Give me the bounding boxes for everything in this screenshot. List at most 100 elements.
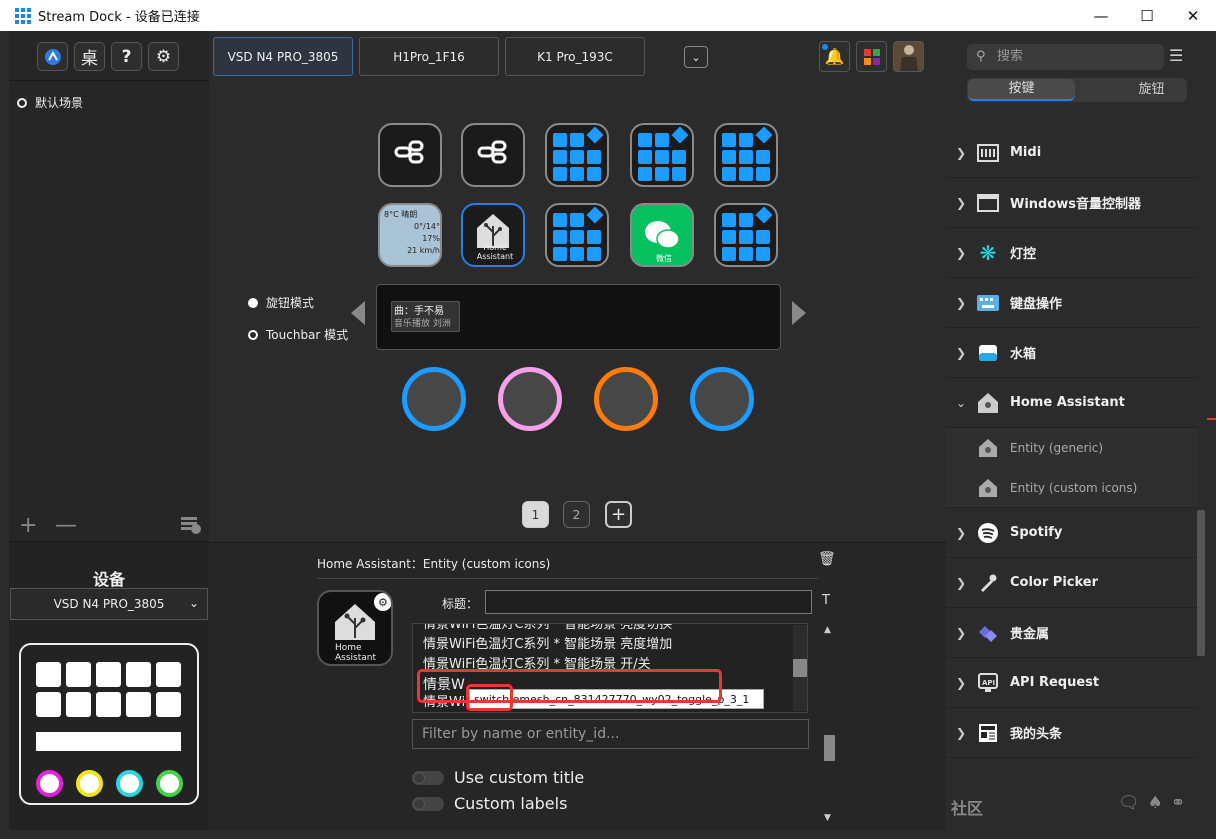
trash-icon[interactable]: 🗑 (818, 551, 836, 567)
wechat-icon[interactable]: ⚭ (1171, 793, 1185, 813)
custom-title-toggle[interactable]: Use custom title (412, 768, 584, 787)
maximize-button[interactable]: ☐ (1124, 0, 1170, 31)
plugin-market-button[interactable] (856, 41, 887, 72)
key-5[interactable] (714, 123, 778, 187)
toggle-switch[interactable] (412, 770, 444, 785)
plugin-keyboard[interactable]: ❯ 键盘操作 (946, 278, 1197, 328)
list-view-icon[interactable]: ☰ (1169, 46, 1183, 65)
user-avatar[interactable] (893, 41, 924, 72)
knob-mode-radio[interactable]: 旋钮模式 (248, 294, 314, 311)
scene-manage-icon[interactable] (180, 515, 202, 535)
plugin-precious-metals[interactable]: ❯ 贵金属 (946, 608, 1197, 658)
search-icon: ⚲ (976, 49, 986, 64)
key-10[interactable] (714, 203, 778, 267)
notification-button[interactable]: 🔔 (819, 41, 850, 72)
device-dropdown-button[interactable]: ⌄ (684, 46, 708, 68)
plugin-list-scrollbar[interactable] (1197, 128, 1205, 768)
plugin-windows-volume[interactable]: ❯ Windows音量控制器 (946, 178, 1197, 228)
plugin-midi[interactable]: ❯ Midi (946, 128, 1197, 178)
svg-text:API: API (982, 679, 995, 687)
add-scene-button[interactable]: + (19, 513, 37, 538)
action-icon-preview[interactable]: Home Assistant ⚙ (317, 590, 393, 666)
plugin-api-request[interactable]: ❯ API API Request (946, 658, 1197, 708)
touchbar-mode-radio[interactable]: Touchbar 模式 (248, 326, 348, 343)
key-1[interactable] (378, 123, 442, 187)
key-4[interactable] (630, 123, 694, 187)
plugin-search-input[interactable]: ⚲ 搜索 (967, 44, 1164, 70)
touchbar-music-card[interactable]: 曲：手不易 音乐播放 刘洲 (391, 301, 460, 332)
knob-1[interactable] (402, 367, 466, 431)
plugin-action-entity-custom[interactable]: Entity (custom icons) (946, 468, 1197, 508)
scene-item[interactable]: 默认场景 (17, 94, 83, 111)
touchbar-artist: 刘洲 (432, 319, 451, 329)
add-page-button[interactable]: + (605, 501, 632, 528)
plugin-grid-icon (863, 48, 880, 65)
wechat-label: 微信 (656, 254, 672, 263)
scene-tools: + — (9, 509, 209, 541)
api-request-icon: API (976, 671, 1000, 695)
custom-title-label: Use custom title (454, 768, 585, 787)
key-2[interactable] (461, 123, 525, 187)
list-item[interactable]: 情景WiFi色温灯C系列 * 智能场景 亮度切换 (413, 624, 807, 635)
tab-device-2[interactable]: H1Pro_1F16 (359, 37, 499, 76)
plugin-list: ❯ Midi ❯ Windows音量控制器 ❯ ❋ 灯控 ❯ 键盘操作 ❯ 水箱 ⌄ Home… (946, 128, 1197, 768)
remove-scene-button[interactable]: — (55, 513, 77, 538)
toggle-switch[interactable] (412, 796, 444, 811)
page-2-button[interactable]: 2 (563, 501, 590, 528)
knob-2[interactable] (498, 367, 562, 431)
key-8[interactable] (545, 203, 609, 267)
list-item[interactable]: 情景WiFi色温灯C系列 * 智能场景 亮度增加 (413, 635, 807, 655)
page-1-button[interactable]: 1 (522, 501, 549, 528)
plugin-spotify[interactable]: ❯ Spotify (946, 508, 1197, 558)
close-button[interactable]: ✕ (1170, 0, 1216, 31)
app-window: Stream Dock - 设备已连接 — ☐ ✕ 桌 ? ⚙ 默认场景 + —… (0, 0, 1216, 839)
touchbar[interactable]: 曲：手不易 音乐播放 刘洲 (376, 284, 781, 350)
desktop-button[interactable]: 桌 (74, 42, 105, 71)
touchbar-mode-label: Touchbar 模式 (266, 328, 349, 342)
plugin-action-entity-generic[interactable]: Entity (generic) (946, 428, 1197, 468)
knob-4[interactable] (690, 367, 754, 431)
weather-temp: 8°C 晴朗 (384, 210, 418, 219)
device-select[interactable]: VSD N4 PRO_3805 ⌄ (10, 588, 208, 620)
scroll-down-icon[interactable]: ▼ (824, 813, 831, 823)
chat-icon[interactable]: 🗨 (1118, 793, 1140, 813)
key-home-assistant[interactable]: Home Assistant (461, 203, 525, 267)
property-scrollbar[interactable]: ▲ ▼ (822, 625, 836, 825)
help-button[interactable]: ? (111, 42, 142, 71)
grid-app-icon (722, 127, 773, 181)
title-input[interactable] (485, 590, 812, 614)
preview-knob-1 (36, 770, 63, 797)
plugin-color-picker[interactable]: ❯ Color Picker (946, 558, 1197, 608)
key-3[interactable] (545, 123, 609, 187)
chevron-down-icon: ⌄ (188, 596, 199, 610)
scroll-up-icon[interactable]: ▲ (824, 625, 831, 635)
ha-key-line1: Home (483, 243, 507, 252)
community-label[interactable]: 社区 (951, 795, 983, 819)
settings-button[interactable]: ⚙ (148, 42, 179, 71)
property-header: Home Assistant：Entity (custom icons) (317, 557, 551, 571)
plugin-light-control[interactable]: ❯ ❋ 灯控 (946, 228, 1197, 278)
help-icon: ? (121, 46, 132, 67)
touchbar-next-arrow[interactable] (792, 301, 806, 325)
custom-labels-toggle[interactable]: Custom labels (412, 794, 567, 813)
key-wechat[interactable]: 微信 (630, 203, 694, 267)
tab-device-3[interactable]: K1 Pro_193C (505, 37, 645, 76)
tab-keys[interactable]: 按键 (968, 79, 1075, 101)
plugin-water-tank[interactable]: ❯ 水箱 (946, 328, 1197, 378)
preview-keys (36, 662, 181, 717)
text-format-icon[interactable]: T (822, 593, 830, 608)
plugin-toutiao[interactable]: ❯ 我的头条 (946, 708, 1197, 758)
qq-icon[interactable]: ♠ (1148, 793, 1163, 813)
key-weather[interactable]: 8°C 晴朗 0°/14° 17% 21 km/h (378, 203, 442, 267)
minimize-button[interactable]: — (1078, 0, 1124, 31)
listbox-scrollbar[interactable] (793, 625, 807, 711)
store-button[interactable] (37, 42, 68, 71)
chevron-right-icon: ❯ (955, 575, 967, 590)
plugin-home-assistant[interactable]: ⌄ Home Assistant (946, 378, 1197, 428)
chevron-right-icon: ❯ (955, 245, 967, 260)
touchbar-prev-arrow[interactable] (351, 301, 365, 325)
tab-device-1[interactable]: VSD N4 PRO_3805 (213, 37, 353, 76)
knob-3[interactable] (594, 367, 658, 431)
entity-filter-input[interactable]: Filter by name or entity_id... (412, 719, 809, 749)
tab-knobs[interactable]: 旋钮 (1098, 79, 1205, 101)
